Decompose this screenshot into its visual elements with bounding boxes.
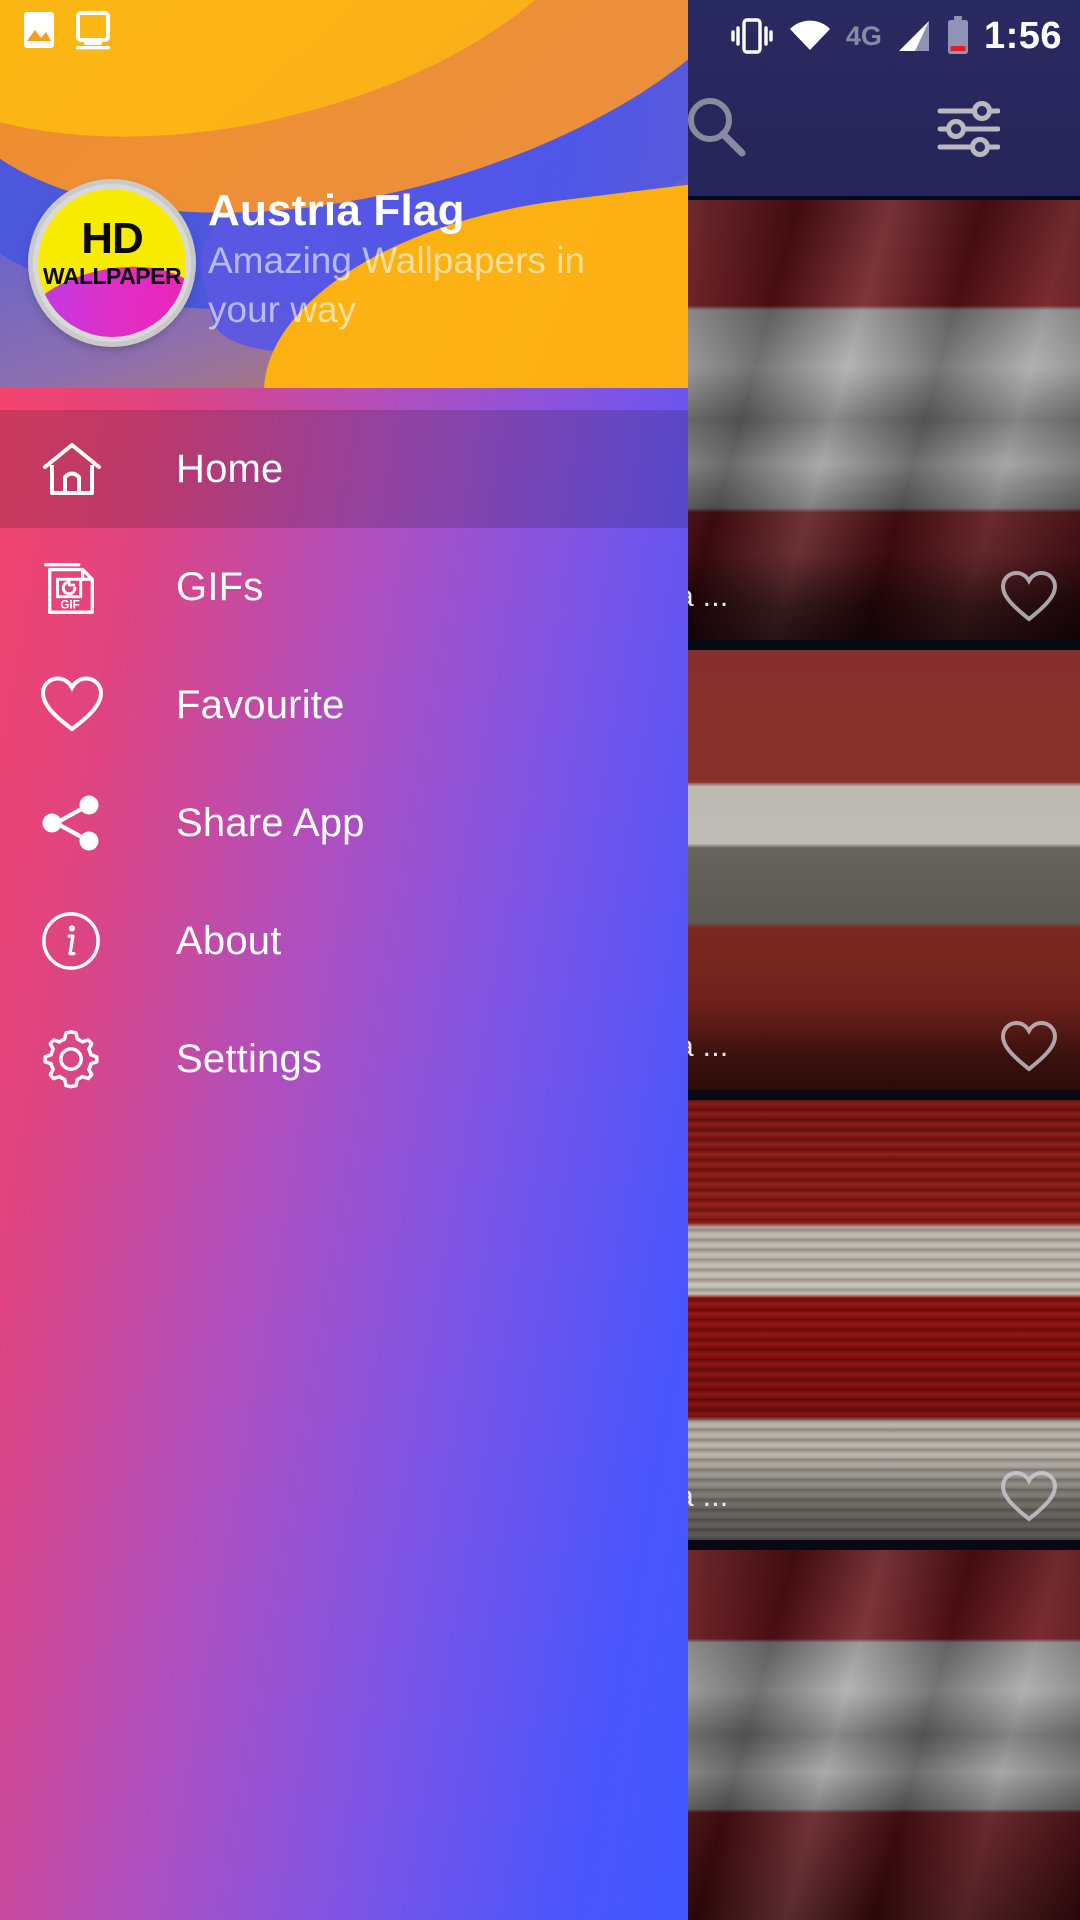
clock-time: 1:56	[983, 14, 1062, 57]
menu-item-label: Favourite	[176, 682, 345, 727]
status-bar-right: 4G 1:56	[730, 0, 1080, 72]
menu-item-label: About	[176, 918, 282, 963]
phone-screen: ia ... ia ...	[0, 0, 1080, 1920]
signal-icon	[896, 19, 932, 53]
menu-item-label: GIFs	[176, 564, 264, 609]
menu-item-favourite[interactable]: Favourite	[0, 646, 688, 764]
image-icon	[22, 10, 56, 50]
wifi-icon	[788, 19, 832, 53]
wallpaper-caption-bar: ia ...	[688, 1454, 1080, 1540]
svg-text:GIF: GIF	[60, 598, 79, 611]
wallpaper-title: ia ...	[688, 1480, 729, 1513]
app-title: Austria Flag	[208, 186, 465, 235]
gear-icon	[40, 1028, 130, 1090]
wallpaper-caption-bar: ia ...	[688, 1004, 1080, 1090]
wallpaper-card[interactable]: ia ...	[688, 650, 1080, 1090]
menu-item-gifs[interactable]: GIF GIFs	[0, 528, 688, 646]
vibrate-icon	[730, 16, 774, 56]
wallpaper-title: ia ...	[688, 580, 729, 613]
screenshot-icon	[74, 10, 112, 50]
app-logo-line1: HD	[81, 214, 144, 263]
status-bar: 4G 1:56	[0, 0, 1080, 72]
wallpaper-title: ia ...	[688, 1030, 729, 1063]
filter-sliders-icon[interactable]	[936, 100, 1000, 158]
info-icon	[40, 910, 130, 972]
menu-item-label: Settings	[176, 1036, 323, 1081]
menu-item-about[interactable]: About	[0, 882, 688, 1000]
wallpaper-caption-bar: ia ...	[688, 554, 1080, 640]
heart-outline-icon[interactable]	[1000, 1020, 1058, 1074]
menu-item-label: Home	[176, 446, 284, 491]
home-icon	[40, 439, 130, 499]
menu-item-share-app[interactable]: Share App	[0, 764, 688, 882]
wallpaper-card[interactable]: ia ...	[688, 1100, 1080, 1540]
navigation-drawer: HD WALLPAPER Austria Flag Amazing Wallpa…	[0, 0, 688, 1920]
wallpaper-card[interactable]	[688, 1550, 1080, 1920]
battery-icon	[946, 16, 970, 56]
gif-file-icon: GIF	[40, 556, 130, 618]
wallpaper-thumbnail	[688, 1550, 1080, 1920]
drawer-menu: Home GIF GIFs Favourite Share App About …	[0, 388, 688, 1118]
status-bar-left	[22, 10, 112, 50]
menu-item-label: Share App	[176, 800, 365, 845]
share-icon	[40, 791, 130, 855]
app-logo-line2: WALLPAPER	[42, 263, 182, 289]
heart-icon	[40, 676, 130, 734]
network-type-label: 4G	[845, 20, 882, 51]
heart-outline-icon[interactable]	[1000, 570, 1058, 624]
heart-outline-icon[interactable]	[1000, 1470, 1058, 1524]
app-logo: HD WALLPAPER	[33, 184, 191, 342]
wallpaper-card[interactable]: ia ...	[688, 200, 1080, 640]
search-icon[interactable]	[680, 92, 750, 162]
app-subtitle: Amazing Wallpapers in your way	[208, 240, 586, 330]
menu-item-settings[interactable]: Settings	[0, 1000, 688, 1118]
menu-item-home[interactable]: Home	[0, 410, 688, 528]
